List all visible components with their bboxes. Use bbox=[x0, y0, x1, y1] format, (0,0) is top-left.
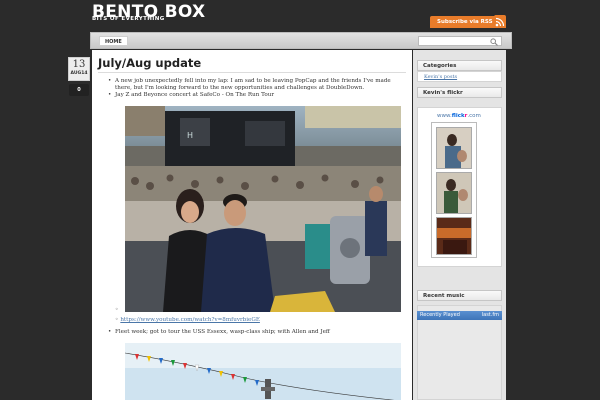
list-item: Jay Z and Beyonce concert at SafeCo - On… bbox=[102, 92, 402, 99]
lastfm-label: Recently Played bbox=[420, 312, 460, 318]
post-date-badge: 13 AUG14 bbox=[68, 57, 90, 81]
post-date-day: 13 bbox=[72, 59, 86, 70]
sidebar: Categories Kevin's posts Kevin's flickr … bbox=[413, 50, 506, 400]
flickr-thumbnails bbox=[431, 122, 477, 258]
categories-widget: Kevin's posts bbox=[417, 71, 502, 82]
list-item: Fleet week; got to tour the USS Essexx, … bbox=[102, 329, 402, 335]
flickr-widget: www.flickr.com bbox=[417, 107, 502, 267]
lastfm-logo: last.fm bbox=[481, 312, 499, 318]
nav-home-tab[interactable]: HOME bbox=[99, 36, 128, 46]
nav-bar: HOME bbox=[90, 32, 512, 49]
site-tagline: BITS OF EVERYTHING bbox=[92, 16, 165, 22]
rss-icon[interactable] bbox=[494, 15, 506, 28]
post-date-month: AUG14 bbox=[70, 71, 88, 76]
concert-photo: H bbox=[125, 106, 401, 312]
categories-widget-title: Categories bbox=[417, 60, 502, 71]
flickr-logo-prefix: www. bbox=[437, 113, 452, 119]
search-icon[interactable] bbox=[490, 38, 498, 46]
list-item: ◦ https://www.youtube.com/watch?v=8mfuvr… bbox=[115, 316, 260, 323]
flickr-widget-title: Kevin's flickr bbox=[417, 87, 502, 98]
post-bullets: A new job unexpectedly fell into my lap:… bbox=[102, 78, 402, 99]
list-item: A new job unexpectedly fell into my lap:… bbox=[102, 78, 402, 92]
lastfm-header[interactable]: Recently Played last.fm bbox=[417, 311, 502, 320]
post-title[interactable]: July/Aug update bbox=[98, 56, 201, 70]
youtube-link[interactable]: https://www.youtube.com/watch?v=8mfuvrbi… bbox=[120, 317, 260, 323]
flickr-logo-suffix: .com bbox=[467, 113, 481, 119]
search-input[interactable] bbox=[418, 36, 502, 46]
title-divider bbox=[98, 72, 406, 73]
svg-text:H: H bbox=[187, 131, 193, 140]
comment-count-badge[interactable]: 0 bbox=[69, 84, 89, 96]
empty-subitem-marker: ◦ bbox=[115, 306, 119, 313]
music-widget-title: Recent music bbox=[417, 290, 502, 301]
category-link[interactable]: Kevin's posts bbox=[424, 74, 457, 80]
ship-photo bbox=[125, 343, 401, 400]
flickr-thumbnail[interactable] bbox=[436, 127, 472, 169]
flickr-logo-brand-a: flick bbox=[451, 113, 465, 119]
flickr-thumbnail[interactable] bbox=[436, 217, 472, 255]
flickr-logo[interactable]: www.flickr.com bbox=[437, 113, 481, 119]
main-content: July/Aug update A new job unexpectedly f… bbox=[92, 50, 412, 400]
flickr-thumbnail[interactable] bbox=[436, 172, 472, 214]
